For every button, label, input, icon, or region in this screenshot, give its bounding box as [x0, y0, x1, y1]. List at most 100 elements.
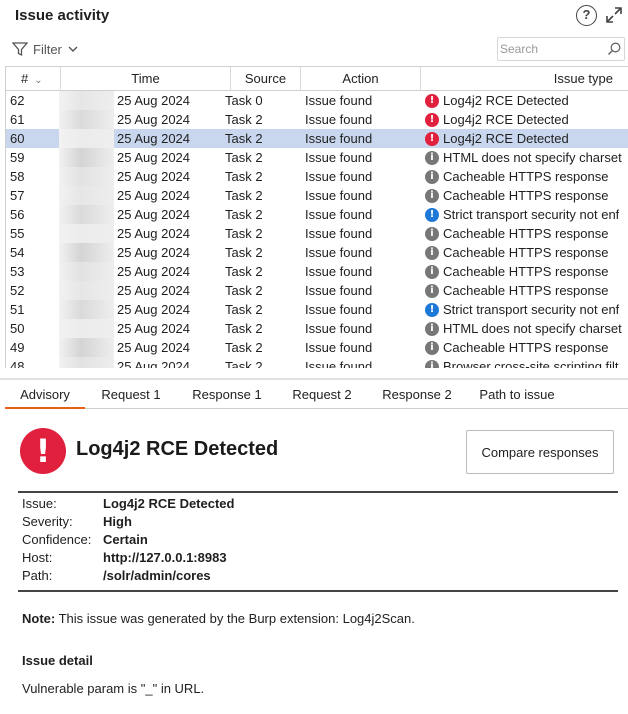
issue-type-label: HTML does not specify charset — [443, 321, 622, 336]
detail-value: Certain — [103, 532, 148, 547]
column-header-action[interactable]: Action — [301, 67, 421, 91]
table-row[interactable]: 59 25 Aug 2024 Task 2 Issue found i HTML does… — [6, 148, 628, 167]
cell-time: 25 Aug 2024 — [117, 131, 191, 146]
severity-info-icon: i — [425, 150, 439, 165]
column-header-source[interactable]: Source — [231, 67, 301, 91]
table-row[interactable]: 58 25 Aug 2024 Task 2 Issue found i Cacheable… — [6, 167, 628, 186]
table-row[interactable]: 49 25 Aug 2024 Task 2 Issue found i Cacheable… — [6, 338, 628, 357]
detail-value: High — [103, 514, 132, 529]
column-header-issue-type[interactable]: Issue type — [421, 67, 628, 91]
severity-info-icon: i — [425, 169, 439, 184]
cell-issue-type: ! Strict transport security not enf — [425, 300, 628, 319]
split-divider[interactable] — [0, 378, 628, 380]
severity-info-icon: i — [425, 283, 439, 298]
cell-source: Task 2 — [225, 112, 263, 127]
redacted-host-cell — [59, 167, 114, 186]
redacted-host-cell — [59, 186, 114, 205]
cell-time: 25 Aug 2024 — [117, 207, 191, 222]
column-header-time[interactable]: Time — [61, 67, 231, 91]
cell-number: 60 — [10, 131, 25, 146]
cell-number: 52 — [10, 283, 25, 298]
table-row[interactable]: 51 25 Aug 2024 Task 2 Issue found! Strict tr… — [6, 300, 628, 319]
table-row[interactable]: 54 25 Aug 2024 Task 2 Issue found i Cacheable… — [6, 243, 628, 262]
cell-action: Issue found — [305, 302, 373, 317]
cell-issue-type: i HTML does not specify charset — [425, 148, 628, 167]
cell-number: 53 — [10, 264, 25, 279]
tab-request-1[interactable]: Request 1 — [85, 383, 177, 409]
issue-detail-text: Vulnerable param is "_" in URL. — [22, 681, 205, 696]
issue-type-label: Log4j2 RCE Detected — [443, 93, 569, 108]
cell-action: Issue found — [305, 93, 373, 108]
divider-line — [18, 491, 618, 493]
panel-header: Issue activity ? — [0, 0, 628, 34]
cell-number: 58 — [10, 169, 25, 184]
cell-action: Issue found — [305, 112, 373, 127]
cell-action: Issue found — [305, 245, 373, 260]
issue-type-label: Cacheable HTTPS response — [443, 169, 609, 184]
cell-action: Issue found — [305, 150, 373, 165]
table-row[interactable]: 60 25 Aug 2024 Task 2 Issue found! Log4j2 RC… — [6, 129, 628, 148]
cell-number: 62 — [10, 93, 25, 108]
column-header-number[interactable]: # ⌄ — [6, 67, 61, 91]
tab-response-2[interactable]: Response 2 — [367, 383, 467, 409]
severity-info-icon: i — [425, 264, 439, 279]
tab-path-to-issue[interactable]: Path to issue — [467, 383, 567, 409]
help-icon[interactable]: ? — [576, 5, 597, 26]
cell-issue-type: ! Strict transport security not enf — [425, 205, 628, 224]
redacted-host-cell — [59, 91, 114, 110]
cell-action: Issue found — [305, 283, 373, 298]
table-row[interactable]: 53 25 Aug 2024 Task 2 Issue found i Cacheable… — [6, 262, 628, 281]
table-row[interactable]: 48 25 Aug 2024 Task 2 Issue found i Browser c… — [6, 357, 628, 368]
table-row[interactable]: 61 25 Aug 2024 Task 2 Issue found! Log4j2 RC… — [6, 110, 628, 129]
cell-time: 25 Aug 2024 — [117, 226, 191, 241]
search-input[interactable] — [500, 40, 600, 58]
table-row[interactable]: 56 25 Aug 2024 Task 2 Issue found! Strict tr… — [6, 205, 628, 224]
issue-type-label: HTML does not specify charset — [443, 150, 622, 165]
cell-source: Task 2 — [225, 359, 263, 368]
cell-issue-type: ! Log4j2 RCE Detected — [425, 110, 628, 129]
cell-time: 25 Aug 2024 — [117, 302, 191, 317]
expand-icon[interactable] — [604, 5, 624, 25]
table-row[interactable]: 52 25 Aug 2024 Task 2 Issue found i Cacheable… — [6, 281, 628, 300]
compare-responses-button[interactable]: Compare responses — [466, 430, 614, 474]
issue-type-label: Cacheable HTTPS response — [443, 245, 609, 260]
detail-label: Issue: — [22, 496, 57, 511]
cell-action: Issue found — [305, 169, 373, 184]
cell-action: Issue found — [305, 226, 373, 241]
cell-issue-type: ! Log4j2 RCE Detected — [425, 129, 628, 148]
severity-info-icon: i — [425, 340, 439, 355]
severity-low-icon: ! — [425, 207, 439, 222]
search-box[interactable] — [497, 37, 625, 61]
cell-number: 54 — [10, 245, 25, 260]
cell-source: Task 2 — [225, 283, 263, 298]
redacted-host-cell — [59, 300, 114, 319]
filter-button[interactable]: Filter — [12, 39, 79, 59]
cell-source: Task 2 — [225, 245, 263, 260]
redacted-host-cell — [59, 262, 114, 281]
cell-source: Task 2 — [225, 226, 263, 241]
redacted-host-cell — [59, 243, 114, 262]
search-icon[interactable] — [606, 41, 622, 57]
detail-label: Host: — [22, 550, 53, 565]
table-row[interactable]: 62 25 Aug 2024 Task 0 Issue found! Log4j2 RC… — [6, 91, 628, 110]
table-row[interactable]: 50 25 Aug 2024 Task 2 Issue found i HTML does… — [6, 319, 628, 338]
issue-type-label: Browser cross-site scripting filt — [443, 359, 619, 368]
tab-request-2[interactable]: Request 2 — [277, 383, 367, 409]
detail-value: /solr/admin/cores — [103, 568, 211, 583]
redacted-host-cell — [59, 281, 114, 300]
cell-action: Issue found — [305, 131, 373, 146]
panel-title: Issue activity — [15, 7, 110, 24]
issue-type-label: Log4j2 RCE Detected — [443, 131, 569, 146]
cell-action: Issue found — [305, 188, 373, 203]
cell-issue-type: i Cacheable HTTPS response — [425, 243, 628, 262]
cell-number: 51 — [10, 302, 25, 317]
severity-info-icon: i — [425, 245, 439, 260]
tab-response-1[interactable]: Response 1 — [177, 383, 277, 409]
issue-type-label: Log4j2 RCE Detected — [443, 112, 569, 127]
severity-info-icon: i — [425, 321, 439, 336]
tab-advisory[interactable]: Advisory — [5, 383, 85, 409]
severity-high-icon: ! — [425, 131, 439, 146]
table-row[interactable]: 55 25 Aug 2024 Task 2 Issue found i Cacheable… — [6, 224, 628, 243]
cell-source: Task 2 — [225, 169, 263, 184]
table-row[interactable]: 57 25 Aug 2024 Task 2 Issue found i Cacheable… — [6, 186, 628, 205]
